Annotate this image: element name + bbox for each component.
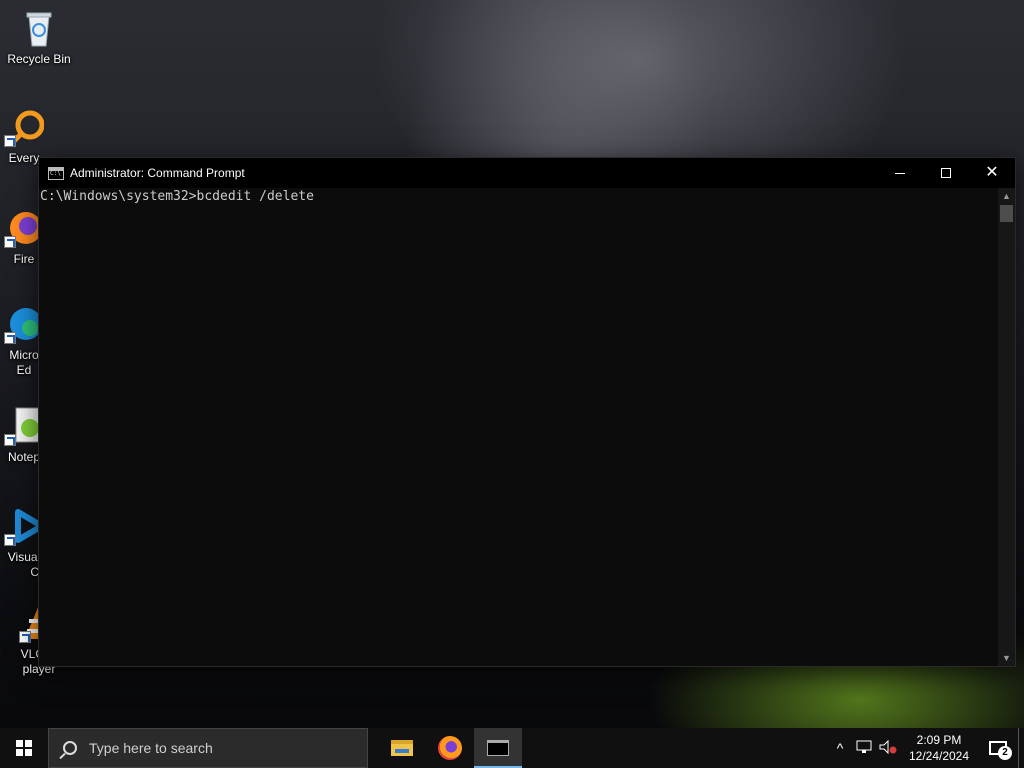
everything-search-icon (4, 107, 45, 147)
minimize-icon (895, 172, 905, 174)
start-button[interactable] (0, 728, 48, 768)
windows-logo-icon (16, 740, 32, 756)
taskbar-file-explorer[interactable] (378, 728, 426, 768)
close-button[interactable]: ✕ (969, 158, 1015, 188)
shortcut-arrow-icon (4, 332, 16, 344)
taskbar-command-prompt[interactable] (474, 728, 522, 768)
command-prompt-icon (48, 166, 64, 180)
minimize-button[interactable] (877, 158, 923, 188)
maximize-icon (941, 168, 951, 178)
scroll-down-icon[interactable]: ▼ (998, 650, 1015, 666)
file-explorer-icon (391, 740, 413, 756)
clock-date: 12/24/2024 (908, 749, 970, 763)
desktop-icon-recycle-bin[interactable]: Recycle Bin (1, 8, 77, 67)
command-prompt-window[interactable]: Administrator: Command Prompt ✕ C:\Windo… (38, 157, 1016, 667)
shortcut-arrow-icon (4, 434, 16, 446)
clock[interactable]: 2:09 PM 12/24/2024 (900, 732, 978, 764)
taskbar: Type here to search ^ 2:09 PM 12/24/2024… (0, 728, 1024, 768)
scroll-up-icon[interactable]: ▲ (998, 188, 1015, 204)
notification-count-badge: 2 (998, 746, 1012, 760)
show-desktop-button[interactable] (1018, 728, 1024, 768)
desktop-icon-label: Recycle Bin (7, 52, 71, 66)
volume-muted-icon[interactable] (876, 739, 900, 757)
search-placeholder: Type here to search (89, 740, 213, 756)
recycle-bin-icon (19, 8, 59, 48)
shortcut-arrow-icon (19, 631, 31, 643)
close-icon: ✕ (985, 164, 999, 181)
shortcut-arrow-icon (4, 135, 16, 147)
taskbar-firefox[interactable] (426, 728, 474, 768)
window-titlebar[interactable]: Administrator: Command Prompt ✕ (39, 158, 1015, 188)
clock-time: 2:09 PM (916, 733, 962, 747)
shortcut-arrow-icon (4, 236, 16, 248)
vertical-scrollbar[interactable]: ▲ ▼ (998, 188, 1015, 666)
action-center-button[interactable]: 2 (978, 728, 1018, 768)
search-icon (63, 741, 77, 755)
command-line: C:\Windows\system32>bcdedit /delete (40, 189, 314, 204)
system-tray: ^ 2:09 PM 12/24/2024 2 (828, 728, 1024, 768)
maximize-button[interactable] (923, 158, 969, 188)
window-title: Administrator: Command Prompt (70, 166, 245, 180)
command-prompt-icon (487, 740, 509, 756)
network-icon[interactable] (852, 740, 876, 757)
firefox-icon (438, 736, 462, 760)
chevron-up-icon[interactable]: ^ (828, 740, 852, 756)
scrollbar-thumb[interactable] (1000, 205, 1013, 222)
taskbar-search-box[interactable]: Type here to search (48, 728, 368, 768)
terminal-output[interactable]: C:\Windows\system32>bcdedit /delete (39, 188, 998, 666)
shortcut-arrow-icon (4, 534, 16, 546)
